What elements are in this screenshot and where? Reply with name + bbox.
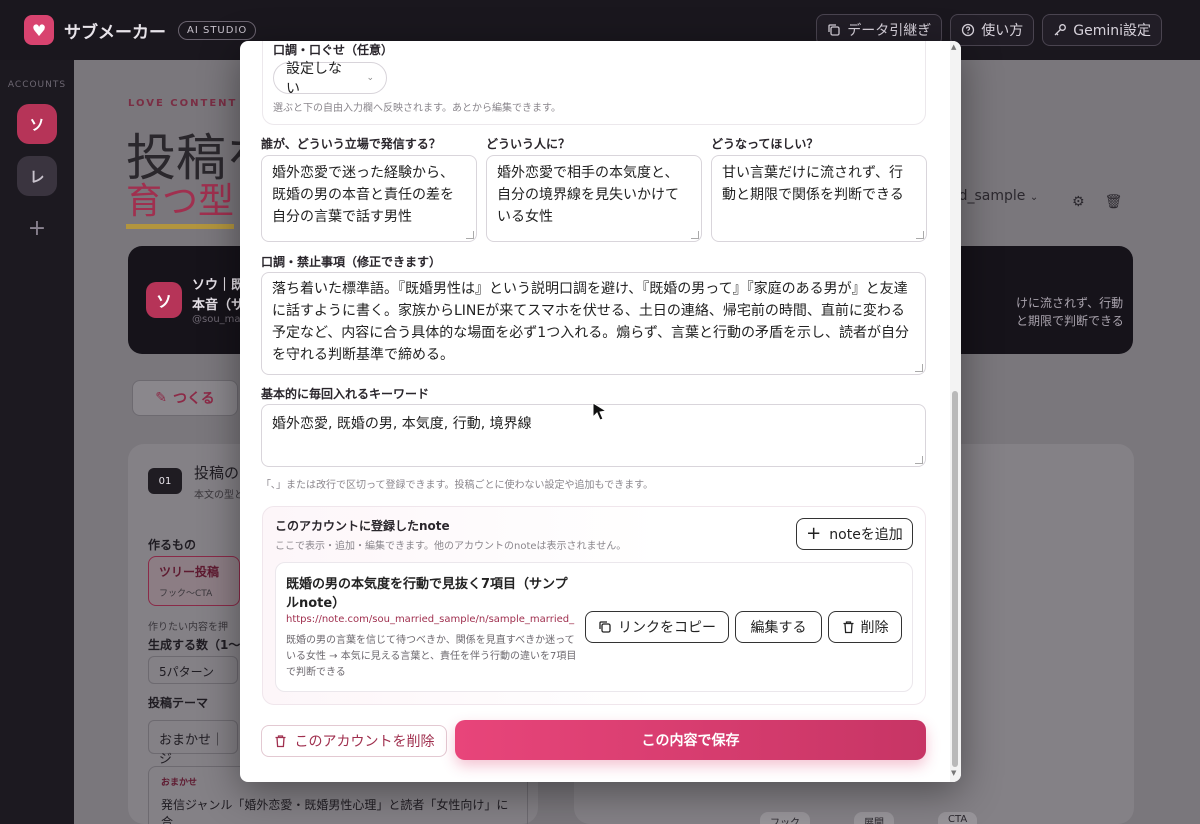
- hero-name: ソウ｜既: [192, 278, 245, 293]
- key-icon: [1054, 24, 1067, 36]
- trash-icon: [843, 621, 853, 634]
- chevron-down-icon: ⌄: [366, 73, 374, 83]
- keywords-hint: 「､」または改行で区切って登録できます。投稿ごとに使わない設定や追加もできます。: [261, 480, 654, 491]
- scrollbar-thumb[interactable]: [952, 391, 958, 767]
- note-url[interactable]: https://note.com/sou_married_sample/n/sa…: [286, 614, 576, 625]
- trash-icon: [275, 735, 285, 748]
- copy-link-label: リンクをコピー: [618, 620, 716, 636]
- who-textarea[interactable]: 婚外恋愛で迷った経験から、既婚の男の本音と責任の差を自分の言葉で話す男性: [261, 155, 477, 242]
- how-to-button[interactable]: 使い方: [950, 14, 1035, 46]
- chevron-down-icon: ⌄: [1029, 192, 1039, 203]
- notes-title: このアカウントに登録したnote: [275, 519, 450, 533]
- flow-tags: フック 展開 CTA: [760, 812, 978, 824]
- scroll-down-arrow[interactable]: ▼: [951, 769, 956, 777]
- keywords-text: 婚外恋愛, 既婚の男, 本気度, 行動, 境界線: [272, 416, 532, 432]
- edit-note-label: 編集する: [750, 620, 807, 636]
- data-transfer-label: データ引継ぎ: [847, 23, 932, 39]
- copy-icon: [599, 621, 611, 633]
- theme-select[interactable]: おまかせ｜ジ: [148, 720, 238, 767]
- option-hint: 作りたい内容を押: [148, 622, 228, 633]
- delete-account-button[interactable]: このアカウントを削除: [261, 725, 447, 757]
- make-label: 作るもの: [148, 538, 197, 552]
- delete-note-label: 削除: [860, 620, 889, 636]
- account-edit-modal: 口調・口ぐせ（任意） 設定しない ⌄ 選ぶと下の自由入力欄へ反映されます。あとか…: [240, 41, 961, 782]
- add-note-label: noteを追加: [829, 527, 903, 543]
- tone-label: 口調・口ぐせ（任意）: [273, 43, 394, 57]
- help-icon: [962, 23, 975, 37]
- note-title: 既婚の男の本気度を行動で見抜く7項目（サンプルnote）: [286, 577, 568, 611]
- flow-tag-hook: フック: [760, 812, 810, 824]
- resize-handle[interactable]: [915, 364, 923, 372]
- hero-goal: けに流されず、行動と期限で判断できる: [1016, 296, 1124, 328]
- target-text: 婚外恋愛で相手の本気度と、自分の境界線を見失いかけている女性: [497, 165, 679, 225]
- gemini-settings-label: Gemini設定: [1073, 23, 1151, 39]
- copy-icon: [828, 24, 840, 36]
- account-avatar-re[interactable]: レ: [17, 156, 57, 196]
- omakase-text: 発信ジャンル「婚外恋愛・既婚男性心理」と読者「女性向け」に合: [161, 798, 509, 824]
- goal-text: 甘い言葉だけに流されず、行動と期限で関係を判断できる: [722, 165, 904, 203]
- tab-create[interactable]: ✎ つくる: [132, 380, 238, 416]
- rules-textarea[interactable]: 落ち着いた標準語。『既婚男性は』という説明口調を避け、『既婚の男って』『家庭のあ…: [261, 272, 926, 375]
- count-select[interactable]: 5パターン: [148, 656, 238, 684]
- count-label: 生成する数（1〜1: [148, 638, 249, 652]
- studio-badge: AI STUDIO: [178, 20, 257, 40]
- resize-handle[interactable]: [691, 231, 699, 239]
- who-text: 婚外恋愛で迷った経験から、既婚の男の本音と責任の差を自分の言葉で話す男性: [272, 165, 454, 225]
- note-description: 既婚の男の言葉を信じて待つべきか、関係を見直すべきか迷っている女性 → 本気に見…: [286, 635, 577, 678]
- account-select[interactable]: ed_sample ⌄: [950, 188, 1038, 204]
- hero-handle: @sou_ma: [192, 314, 241, 325]
- accounts-label: ACCOUNTS: [7, 80, 67, 90]
- add-account-button[interactable]: +: [17, 208, 57, 248]
- edit-note-button[interactable]: 編集する: [735, 611, 822, 643]
- flow-tag-develop: 展開: [854, 812, 894, 824]
- who-label: 誰が、どういう立場で発信する？: [261, 137, 441, 151]
- notes-hint: ここで表示・追加・編集できます。他のアカウントのnoteは表示されません。: [275, 541, 627, 552]
- delete-account-label: このアカウントを削除: [294, 734, 435, 750]
- account-sidebar: ACCOUNTS ソ レ +: [0, 60, 74, 824]
- rules-text: 落ち着いた標準語。『既婚男性は』という説明口調を避け、『既婚の男って』『家庭のあ…: [272, 281, 909, 363]
- tone-hint: 選ぶと下の自由入力欄へ反映されます。あとから編集できます。: [273, 103, 561, 114]
- cursor-icon: [592, 402, 608, 422]
- save-button[interactable]: この内容で保存: [455, 720, 926, 760]
- copy-link-button[interactable]: リンクをコピー: [585, 611, 729, 643]
- resize-handle[interactable]: [915, 456, 923, 464]
- theme-label: 投稿テーマ: [148, 696, 209, 710]
- brand-name: サブメーカー: [64, 22, 166, 43]
- rules-label: 口調・禁止事項（修正できます）: [261, 255, 442, 269]
- flow-tag-cta: CTA: [938, 812, 978, 824]
- option-thread-post[interactable]: ツリー投稿 フック〜CTA: [148, 556, 240, 606]
- gemini-settings-button[interactable]: Gemini設定: [1042, 14, 1162, 46]
- step-title: 投稿の: [194, 464, 240, 482]
- scroll-up-arrow[interactable]: ▲: [951, 43, 956, 51]
- target-textarea[interactable]: 婚外恋愛で相手の本気度と、自分の境界線を見失いかけている女性: [486, 155, 702, 242]
- account-avatar-so[interactable]: ソ: [17, 104, 57, 144]
- trash-icon[interactable]: 🗑: [1105, 194, 1123, 210]
- add-note-button[interactable]: + noteを追加: [796, 518, 913, 550]
- tone-select-value: 設定しない: [286, 61, 342, 97]
- delete-note-button[interactable]: 削除: [828, 611, 902, 643]
- option-sub: フック〜CTA: [159, 589, 213, 599]
- page-title-accent: 育つ型: [126, 172, 235, 229]
- goal-textarea[interactable]: 甘い言葉だけに流されず、行動と期限で関係を判断できる: [711, 155, 927, 242]
- sparkle-icon: ✎: [155, 390, 167, 406]
- step-subtitle: 本文の型と: [194, 490, 244, 501]
- hero-avatar: ソ: [146, 282, 182, 318]
- tone-select[interactable]: 設定しない ⌄: [273, 61, 387, 97]
- option-title: ツリー投稿: [159, 565, 220, 579]
- settings-icon[interactable]: ⚙: [1072, 194, 1085, 210]
- target-label: どういう人に？: [486, 137, 571, 151]
- step-number: 01: [148, 468, 182, 494]
- how-to-label: 使い方: [981, 23, 1024, 39]
- tab-create-label: つくる: [173, 391, 215, 407]
- resize-handle[interactable]: [916, 231, 924, 239]
- keywords-label: 基本的に毎回入れるキーワード: [261, 387, 430, 401]
- plus-icon: +: [806, 523, 822, 544]
- hero-sub: 本音（サ: [192, 298, 245, 313]
- goal-label: どうなってほしい？: [711, 137, 819, 151]
- heart-icon: ♥: [24, 15, 54, 45]
- account-select-value: ed_sample: [950, 188, 1026, 204]
- account-tools: ⚙ 🗑: [1072, 194, 1122, 210]
- resize-handle[interactable]: [466, 231, 474, 239]
